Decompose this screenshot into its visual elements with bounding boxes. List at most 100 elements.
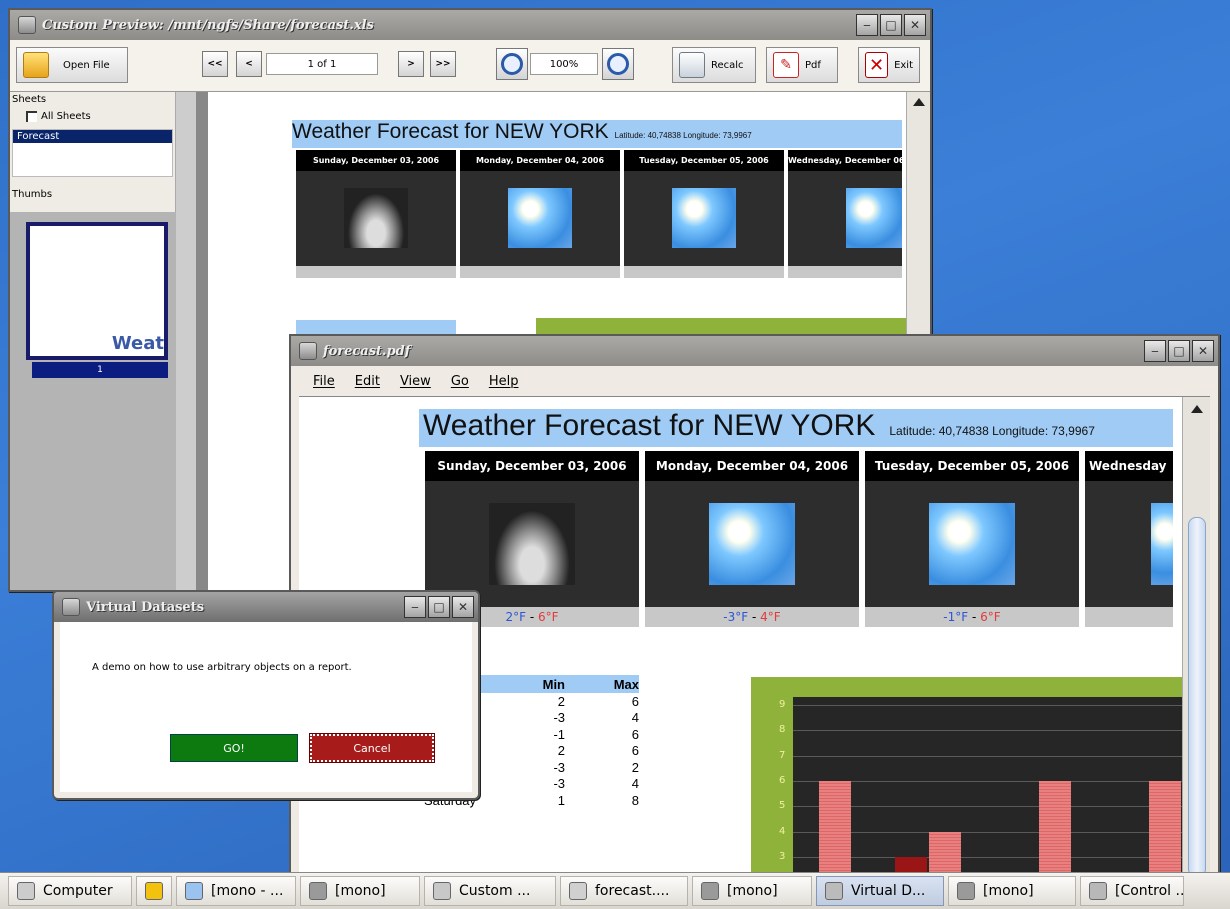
go-button[interactable]: GO! <box>170 734 298 762</box>
scroll-up-icon[interactable] <box>1191 405 1203 413</box>
report-title-bar: Weather Forecast for NEW YORK Latitude: … <box>419 409 1173 447</box>
terminal-icon <box>701 882 719 900</box>
sunny-cloud-icon <box>929 503 1015 585</box>
taskbar-item[interactable]: [Control ... <box>1080 876 1184 906</box>
max-temp: 6°F <box>537 610 559 624</box>
taskbar-item[interactable]: [mono] <box>692 876 812 906</box>
dialog-message: A demo on how to use arbitrary objects o… <box>92 662 352 673</box>
taskbar: Computer [mono - ... [mono] Custom ... forec… <box>0 872 1230 909</box>
last-page-button[interactable]: >> <box>430 51 456 77</box>
gridline <box>793 831 1191 833</box>
day-card: Tuesday, December 05, 2006 -1°F - 6°F <box>865 451 1079 627</box>
day-card: Monday, December 04, 2006 <box>460 150 620 278</box>
maximize-icon[interactable]: □ <box>428 596 450 618</box>
zoom-out-button[interactable] <box>496 48 528 80</box>
page-thumbnail[interactable]: Weat <box>26 222 168 360</box>
taskbar-item[interactable]: Virtual D... <box>816 876 944 906</box>
sunny-cloud-icon <box>672 188 736 248</box>
menu-view[interactable]: View <box>400 374 431 389</box>
preview-titlebar[interactable]: Custom Preview: /mnt/ngfs/Share/forecast… <box>10 10 930 40</box>
gridline <box>793 730 1191 732</box>
day-card: Tuesday, December 05, 2006 <box>624 150 784 278</box>
taskbar-item[interactable]: [mono] <box>300 876 420 906</box>
taskbar-item[interactable]: forecast.... <box>560 876 688 906</box>
maximize-icon[interactable]: □ <box>1168 340 1190 362</box>
app-icon <box>62 598 80 616</box>
taskbar-item[interactable]: [mono] <box>948 876 1076 906</box>
gridline <box>793 806 1191 808</box>
minimize-icon[interactable]: ‒ <box>404 596 426 618</box>
sunny-cloud-icon <box>508 188 572 248</box>
thumbnail-page-number: 1 <box>32 362 168 378</box>
page-number-field[interactable]: 1 of 1 <box>266 53 378 75</box>
dialog-body: A demo on how to use arbitrary objects o… <box>60 622 472 792</box>
recalc-button[interactable]: Recalc <box>672 47 756 83</box>
menu-file[interactable]: File <box>313 374 335 389</box>
taskbar-item[interactable]: Computer <box>8 876 132 906</box>
zoom-in-button[interactable] <box>602 48 634 80</box>
pencil-icon <box>145 882 163 900</box>
preview-app-icon <box>18 16 36 34</box>
taskbar-item-label: [mono] <box>335 883 386 899</box>
report-latlon: Latitude: 40,74838 Longitude: 73,9967 <box>889 424 1095 438</box>
pdf-viewer-icon <box>569 882 587 900</box>
cancel-button[interactable]: Cancel <box>309 733 435 763</box>
checkbox-icon <box>26 110 37 122</box>
minimize-icon[interactable]: ‒ <box>856 14 878 36</box>
sunny-cloud-icon <box>1151 503 1173 585</box>
minimize-icon[interactable]: ‒ <box>1144 340 1166 362</box>
tools-icon <box>1089 882 1107 900</box>
pdf-title: forecast.pdf <box>323 343 411 359</box>
preview-gutter <box>176 92 208 590</box>
report-title: Weather Forecast for NEW YORK <box>423 409 876 442</box>
report-title: Weather Forecast for NEW YORK <box>292 120 609 143</box>
preview-sidebar: Sheets All Sheets Forecast Thumbs Weat 1 <box>10 92 176 590</box>
y-tick-label: 5 <box>779 800 786 812</box>
taskbar-item[interactable] <box>136 876 172 906</box>
sunny-cloud-icon <box>709 503 795 585</box>
scrollbar-thumb[interactable] <box>1188 517 1206 877</box>
report-latlon: Latitude: 40,74838 Longitude: 73,9967 <box>614 131 752 140</box>
night-cloud-icon <box>344 188 408 248</box>
computer-icon <box>17 882 35 900</box>
close-icon[interactable]: ✕ <box>452 596 474 618</box>
sunny-cloud-icon <box>846 188 902 248</box>
sheet-item-forecast[interactable]: Forecast <box>13 130 172 143</box>
menu-edit[interactable]: Edit <box>355 374 380 389</box>
taskbar-item[interactable]: Custom ... <box>424 876 556 906</box>
scroll-up-icon[interactable] <box>913 98 925 106</box>
taskbar-item-label: forecast.... <box>595 883 670 899</box>
folder-icon <box>23 52 49 78</box>
close-icon[interactable]: ✕ <box>904 14 926 36</box>
gridline <box>793 781 1191 782</box>
zoom-out-icon <box>501 53 523 75</box>
all-sheets-checkbox[interactable]: All Sheets <box>10 107 175 125</box>
y-tick-label: 3 <box>779 851 786 862</box>
pdf-titlebar[interactable]: forecast.pdf ‒ □ ✕ <box>291 336 1218 366</box>
next-page-button[interactable]: > <box>398 51 424 77</box>
exit-button[interactable]: ✕ Exit <box>858 47 920 83</box>
dialog-titlebar[interactable]: Virtual Datasets ‒ □ ✕ <box>54 592 478 622</box>
first-page-button[interactable]: << <box>202 51 228 77</box>
pdf-icon: ✎ <box>773 52 799 78</box>
menu-help[interactable]: Help <box>489 374 519 389</box>
bar-max <box>1039 781 1071 878</box>
close-icon[interactable]: ✕ <box>1192 340 1214 362</box>
zoom-field[interactable]: 100% <box>530 53 598 75</box>
maximize-icon[interactable]: □ <box>880 14 902 36</box>
preview-title: Custom Preview: /mnt/ngfs/Share/forecast… <box>42 17 374 33</box>
bar-max <box>1149 781 1181 878</box>
pdf-vertical-scrollbar[interactable] <box>1182 397 1210 878</box>
menu-go[interactable]: Go <box>451 374 469 389</box>
taskbar-item[interactable]: [mono - ... <box>176 876 296 906</box>
prev-page-button[interactable]: < <box>236 51 262 77</box>
open-file-button[interactable]: Open File <box>16 47 128 83</box>
dialog-title: Virtual Datasets <box>86 599 205 615</box>
sheet-list: Forecast <box>12 129 173 177</box>
gridline <box>793 705 1191 706</box>
taskbar-item-label: Virtual D... <box>851 883 926 899</box>
day-card: Sunday, December 03, 2006 <box>296 150 456 278</box>
report-title-bar: Weather Forecast for NEW YORK Latitude: … <box>292 120 902 148</box>
script-icon <box>185 882 203 900</box>
pdf-button[interactable]: ✎ Pdf <box>766 47 838 83</box>
